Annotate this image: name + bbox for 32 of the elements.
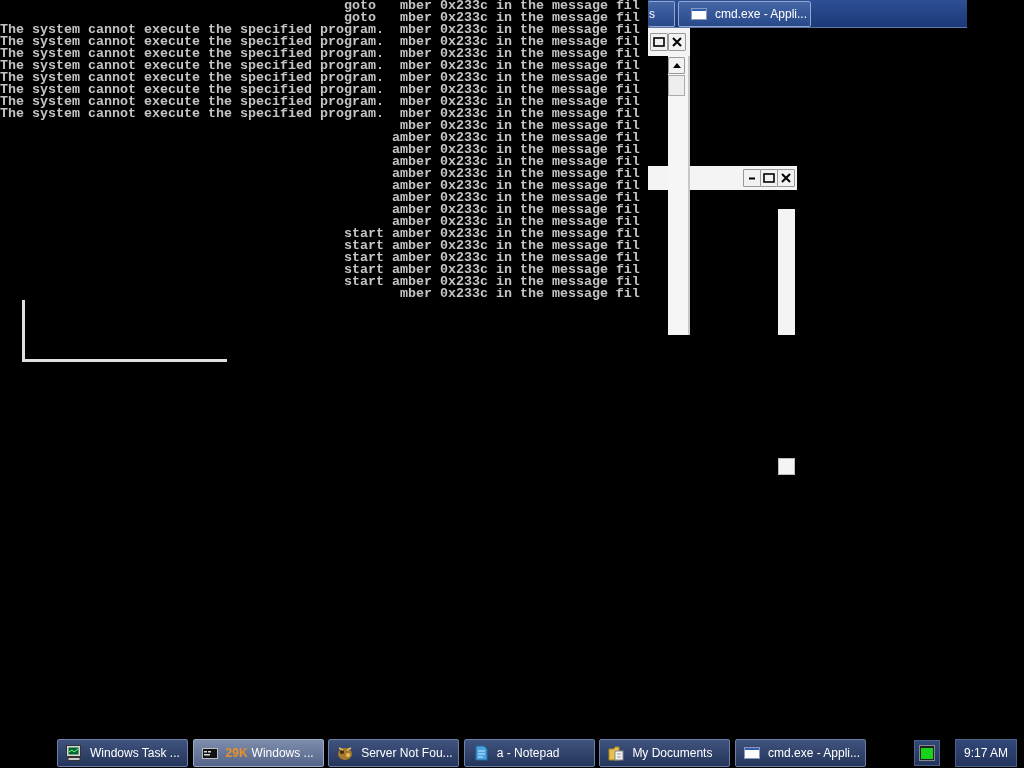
minimize-icon (748, 176, 756, 180)
taskbar-button[interactable]: s (648, 1, 675, 27)
up-arrow-icon (672, 63, 681, 68)
emblem-icon (337, 744, 354, 761)
minimize-button[interactable] (743, 169, 761, 187)
button-label: Windows ... (251, 744, 314, 762)
scrollbar-thumb[interactable] (668, 75, 685, 96)
close-button[interactable] (777, 169, 795, 187)
taskbar-button[interactable]: 29K Windows ... (192, 738, 324, 767)
taskbar-button[interactable]: cmd.exe - Appli... (734, 738, 866, 767)
taskbar-button[interactable]: a - Notepad (463, 738, 595, 767)
window-icon (691, 6, 707, 22)
window-count: 29K (225, 744, 248, 762)
maximize-button[interactable] (650, 33, 668, 51)
taskbar-button[interactable]: cmd.exe - Appli... (678, 1, 811, 27)
taskbar-button[interactable]: My Documents (599, 738, 731, 767)
taskbar-button[interactable]: Windows Task ... (57, 738, 188, 767)
close-icon (672, 37, 682, 47)
document-icon (472, 744, 489, 761)
scroll-up-button[interactable] (668, 57, 685, 74)
clock: 9:17 AM (955, 738, 1017, 767)
maximize-button[interactable] (760, 169, 778, 187)
close-button[interactable] (668, 33, 686, 51)
folder-icon (608, 744, 625, 761)
maximize-icon (653, 37, 665, 47)
close-icon (781, 173, 791, 183)
screen-icon[interactable] (919, 744, 935, 761)
taskbar-button[interactable]: Server Not Fou... (328, 738, 460, 767)
maximize-icon (763, 173, 775, 183)
monitor-icon (66, 744, 82, 761)
window-fragment (778, 458, 795, 475)
window-icon (743, 744, 760, 761)
